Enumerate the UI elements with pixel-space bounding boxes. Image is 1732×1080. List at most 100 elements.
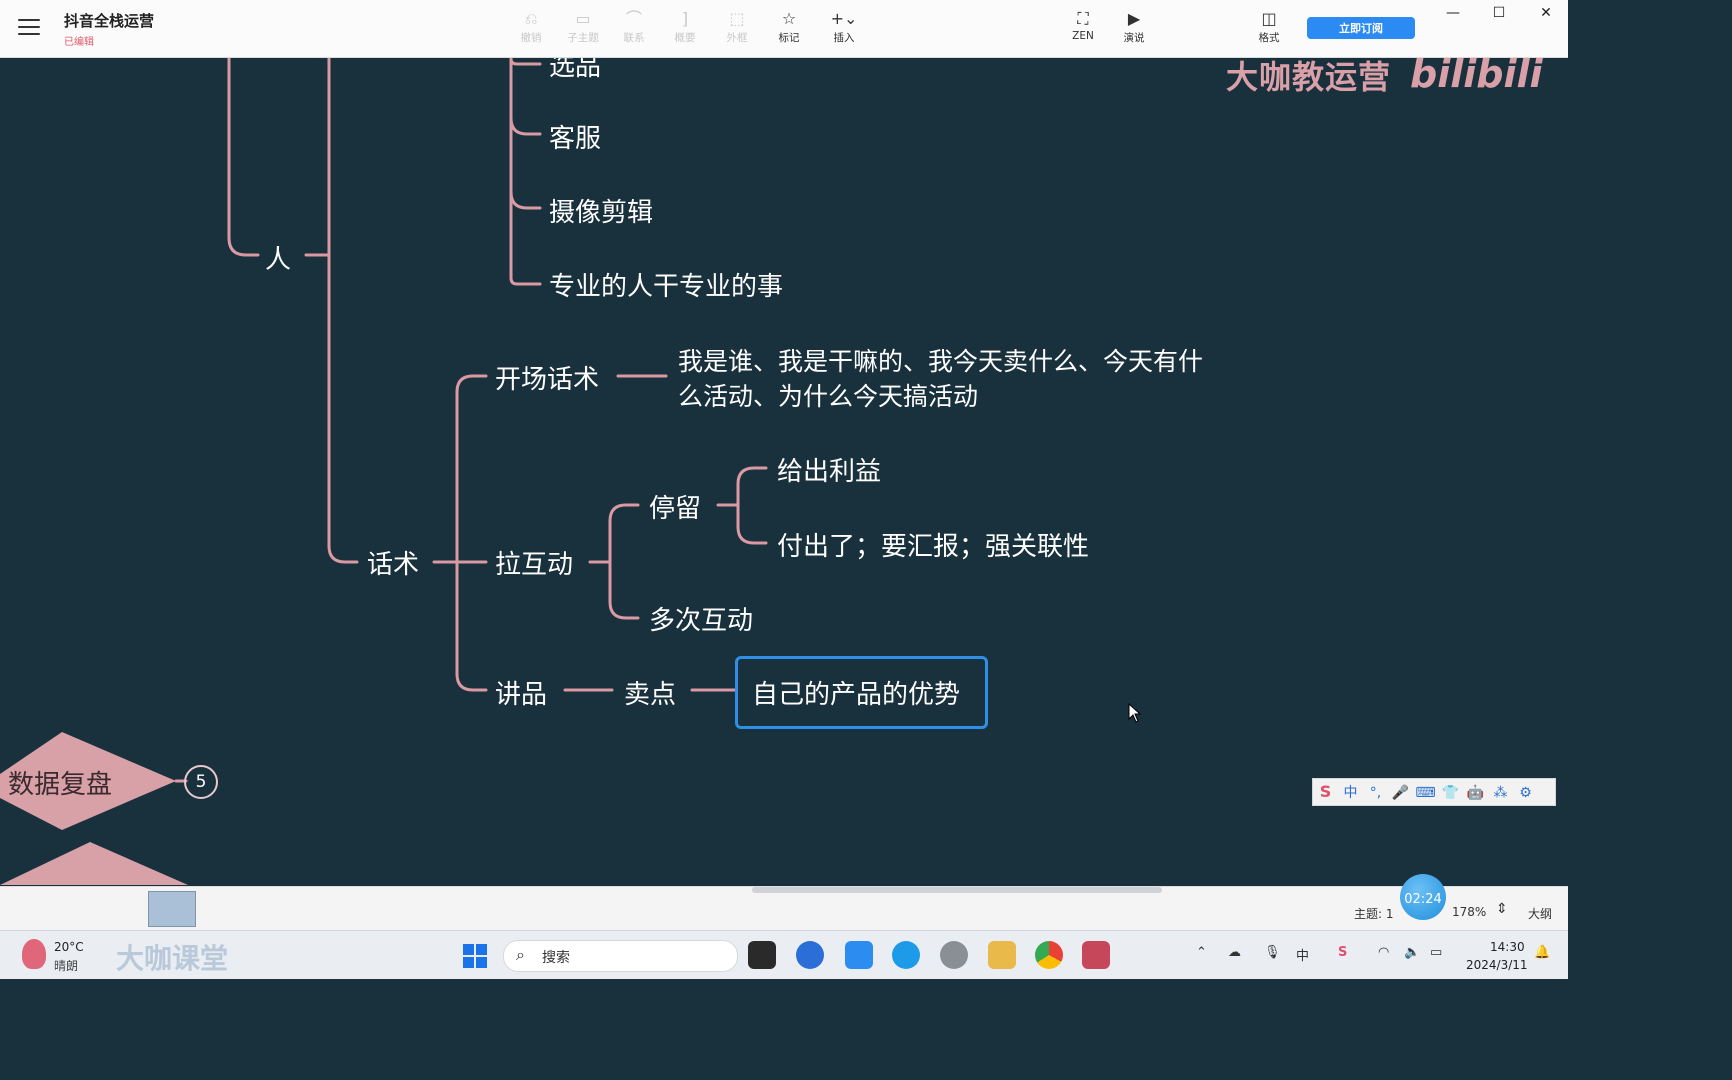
input-language-indicator[interactable]: 中 bbox=[1296, 945, 1309, 964]
topic-xuanpin[interactable]: 选品 bbox=[549, 58, 601, 83]
voice-input-icon[interactable]: 🎤 bbox=[1388, 780, 1413, 806]
menu-icon[interactable] bbox=[18, 19, 40, 37]
relation-icon: ⌒ bbox=[625, 9, 642, 28]
sogou-tray-icon[interactable]: S bbox=[1338, 945, 1347, 960]
star-icon: ☆ bbox=[781, 9, 797, 28]
summary-icon: ] bbox=[681, 9, 689, 28]
outline-button[interactable]: 大纲 bbox=[1528, 905, 1552, 922]
file-explorer-icon[interactable] bbox=[988, 941, 1016, 969]
subtopic-button[interactable]: ▭ 子主题 bbox=[560, 8, 606, 45]
taskview-app-icon[interactable] bbox=[748, 941, 776, 969]
clock-date[interactable]: 2024/3/11 bbox=[1466, 958, 1528, 972]
collapsed-count-badge[interactable]: 5 bbox=[184, 765, 218, 799]
topic-kefu[interactable]: 客服 bbox=[549, 118, 601, 155]
ime-settings-icon[interactable]: ⚙ bbox=[1513, 780, 1538, 806]
sogou-logo-icon[interactable]: S bbox=[1313, 779, 1338, 805]
relation-button[interactable]: ⌒ 联系 bbox=[611, 8, 657, 45]
title-bar: 抖音全栈运营 已编辑 ⎌ 撤销 ▭ 子主题 ⌒ 联系 ] 概要 ⬚ 外框 ☆ 标… bbox=[0, 0, 1568, 58]
topic-jiangpin[interactable]: 讲品 bbox=[495, 674, 547, 711]
windows-start-icon[interactable] bbox=[463, 944, 487, 968]
topic-tingliu[interactable]: 停留 bbox=[649, 488, 701, 525]
skin-icon[interactable]: 👕 bbox=[1438, 780, 1463, 806]
tray-chevron-icon[interactable]: ⌃ bbox=[1196, 945, 1207, 960]
topic-kaichang[interactable]: 开场话术 bbox=[495, 359, 599, 396]
zoom-level[interactable]: 178% bbox=[1452, 905, 1486, 919]
weather-icon bbox=[22, 939, 46, 969]
topic-shexiang[interactable]: 摄像剪辑 bbox=[549, 192, 653, 229]
branch-line bbox=[736, 466, 768, 486]
topic-zhuanye[interactable]: 专业的人干专业的事 bbox=[549, 266, 783, 303]
volume-icon[interactable]: 🔈 bbox=[1404, 945, 1420, 960]
boundary-icon: ⬚ bbox=[729, 9, 745, 28]
microphone-icon[interactable]: 🎙 bbox=[1264, 945, 1281, 960]
chrome-icon[interactable] bbox=[1035, 941, 1063, 969]
present-button[interactable]: ▶ 演说 bbox=[1111, 8, 1157, 45]
mindmap-canvas[interactable]: 大咖教运营 bilibili 选品 客服 摄像剪辑 专业的人干专业的事 人 话术… bbox=[0, 58, 1568, 885]
boundary-button[interactable]: ⬚ 外框 bbox=[714, 8, 760, 45]
topic-liyi[interactable]: 给出利益 bbox=[777, 451, 881, 488]
clock-time[interactable]: 14:30 bbox=[1490, 940, 1525, 954]
wechat-app-icon[interactable] bbox=[940, 941, 968, 969]
topic-youshi[interactable]: 自己的产品的优势 bbox=[752, 674, 960, 711]
document-title[interactable]: 抖音全栈运营 bbox=[64, 10, 154, 31]
zen-button[interactable]: ⛶ ZEN bbox=[1060, 8, 1106, 42]
lightning-app-icon[interactable] bbox=[845, 941, 873, 969]
branch-line bbox=[227, 58, 260, 257]
keyboard-icon[interactable]: ⌨ bbox=[1413, 780, 1438, 806]
minimize-icon[interactable]: — bbox=[1438, 2, 1468, 24]
search-icon: ⌕ bbox=[516, 945, 525, 964]
recording-timer: 02:24 bbox=[1400, 874, 1446, 920]
subtopic-icon: ▭ bbox=[575, 9, 591, 28]
branch-line bbox=[455, 374, 488, 394]
ime-mode-toggle[interactable]: 中 bbox=[1338, 780, 1363, 806]
topic-hudong[interactable]: 拉互动 bbox=[495, 544, 573, 581]
zen-fullscreen-icon: ⛶ bbox=[1077, 9, 1089, 28]
branch-line bbox=[736, 482, 768, 545]
format-panel-icon: ◫ bbox=[1261, 9, 1277, 28]
subscribe-button[interactable]: 立即订阅 bbox=[1307, 17, 1415, 39]
topic-huashu[interactable]: 话术 bbox=[367, 544, 419, 581]
chat-app-icon[interactable] bbox=[892, 941, 920, 969]
book-watermark-icon bbox=[148, 891, 196, 927]
toolbox-icon[interactable]: ⁂ bbox=[1488, 780, 1513, 806]
xmind-app-icon[interactable] bbox=[1082, 941, 1110, 969]
topic-duoci[interactable]: 多次互动 bbox=[649, 600, 753, 637]
wifi-icon[interactable]: ◠ bbox=[1378, 945, 1389, 960]
punctuation-icon[interactable]: °, bbox=[1363, 780, 1388, 806]
mark-button[interactable]: ☆ 标记 bbox=[766, 8, 812, 45]
format-button[interactable]: ◫ 格式 bbox=[1246, 8, 1292, 45]
onedrive-icon[interactable]: ☁ bbox=[1228, 945, 1241, 960]
branch-line bbox=[509, 58, 542, 286]
branch-line bbox=[509, 58, 542, 66]
branch-line bbox=[455, 390, 488, 692]
insert-button[interactable]: +⌄ 插入 bbox=[821, 8, 867, 45]
topic-shuju[interactable]: 数据复盘 bbox=[8, 764, 112, 801]
weather-text[interactable]: 晴朗 bbox=[54, 957, 78, 974]
maximize-icon[interactable]: ☐ bbox=[1484, 2, 1514, 24]
taskbar: 20°C 晴朗 大咖课堂 ⌕ 搜索 ⌃ ☁ 🎙 中 S ◠ 🔈 ▭ 14:30 … bbox=[0, 930, 1568, 979]
notification-bell-icon[interactable]: 🔔 bbox=[1534, 945, 1550, 960]
taskbar-search-input[interactable]: ⌕ 搜索 bbox=[503, 940, 738, 972]
close-icon[interactable]: ✕ bbox=[1531, 2, 1561, 24]
branch-line bbox=[608, 519, 640, 620]
search-placeholder: 搜索 bbox=[542, 950, 570, 966]
summary-button[interactable]: ] 概要 bbox=[662, 8, 708, 45]
branch-line bbox=[509, 190, 542, 210]
brand-watermark: 大咖课堂 bbox=[116, 942, 229, 975]
topic-ren[interactable]: 人 bbox=[265, 239, 291, 276]
present-icon: ▶ bbox=[1127, 9, 1141, 28]
zoom-stepper-icon[interactable]: ⇕ bbox=[1496, 901, 1508, 917]
temperature[interactable]: 20°C bbox=[54, 940, 84, 954]
meeting-app-icon[interactable] bbox=[796, 941, 824, 969]
undo-button[interactable]: ⎌ 撤销 bbox=[508, 8, 554, 45]
topic-maidian[interactable]: 卖点 bbox=[624, 674, 676, 711]
ime-toolbar[interactable]: S 中 °, 🎤 ⌨ 👕 🤖 ⁂ ⚙ bbox=[1312, 778, 1556, 806]
branch-line bbox=[608, 503, 640, 523]
branch-line bbox=[509, 116, 542, 136]
horizontal-scrollbar[interactable] bbox=[752, 887, 1162, 893]
battery-icon[interactable]: ▭ bbox=[1430, 945, 1442, 960]
topic-guanlian[interactable]: 付出了；要汇报；强关联性 bbox=[777, 526, 1089, 563]
topic-kaichang-content-line2[interactable]: 么活动、为什么今天搞活动 bbox=[678, 377, 978, 413]
ai-assistant-icon[interactable]: 🤖 bbox=[1463, 780, 1488, 806]
topic-kaichang-content-line1[interactable]: 我是谁、我是干嘛的、我今天卖什么、今天有什 bbox=[678, 342, 1203, 378]
